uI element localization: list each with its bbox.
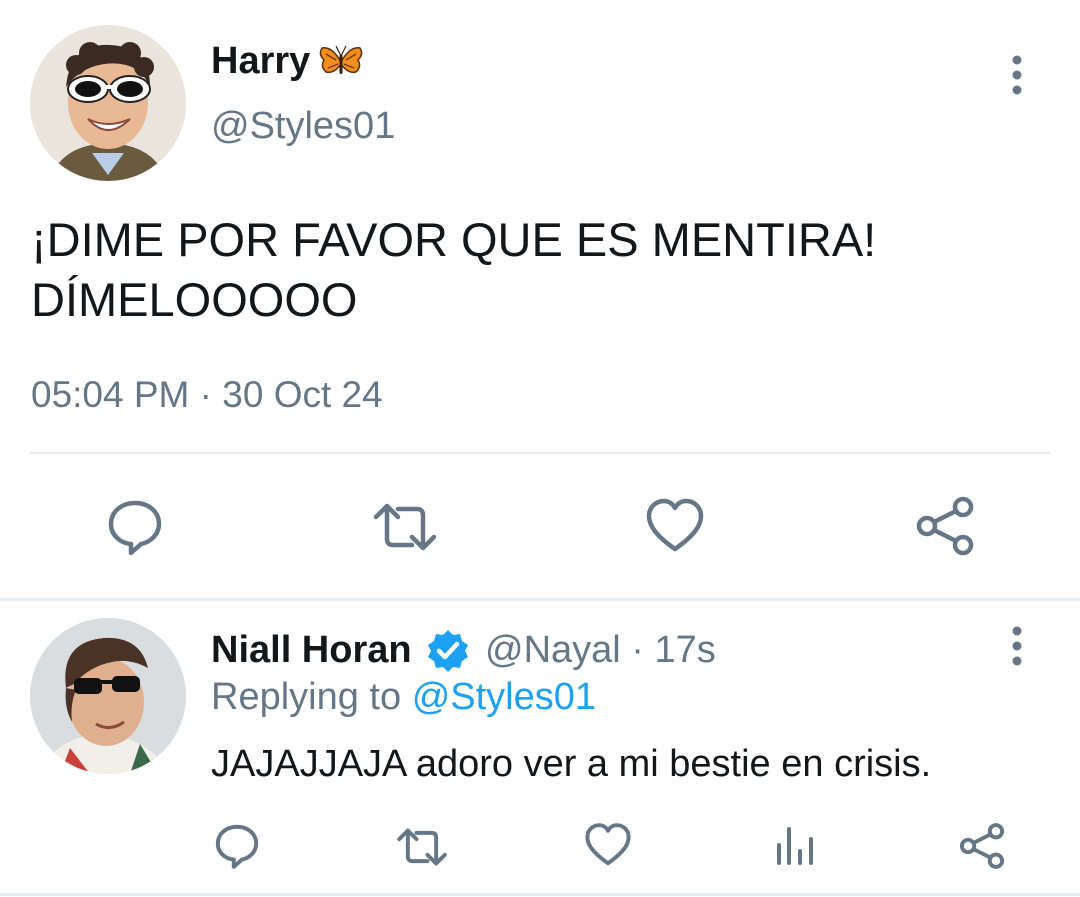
main-tweet-display-name[interactable]: Harry xyxy=(211,38,310,84)
main-tweet-text-line: DÍMELOOOOO xyxy=(31,273,358,326)
main-tweet-time: 05:04 PM xyxy=(31,374,190,415)
verified-badge-icon xyxy=(425,628,471,674)
divider xyxy=(0,598,1080,601)
replying-to-handle-link[interactable]: @Styles01 xyxy=(412,676,596,718)
more-vertical-icon[interactable] xyxy=(1002,625,1032,667)
replying-to-line: Replying to @Styles01 xyxy=(211,674,596,720)
main-tweet-date: 30 Oct 24 xyxy=(222,374,383,415)
reply-tweet-handle[interactable]: @Nayal xyxy=(485,629,621,671)
heart-icon[interactable] xyxy=(645,497,705,555)
more-vertical-icon[interactable] xyxy=(1002,54,1032,96)
replying-to-label: Replying to xyxy=(211,676,402,718)
meta-separator: · xyxy=(631,629,644,671)
main-tweet-handle[interactable]: @Styles01 xyxy=(211,103,395,149)
analytics-icon[interactable] xyxy=(772,823,818,867)
heart-icon[interactable] xyxy=(584,822,632,868)
main-tweet-text: ¡DIME POR FAVOR QUE ES MENTIRA! DÍMELOOO… xyxy=(31,210,1051,330)
main-tweet-text-line: ¡DIME POR FAVOR QUE ES MENTIRA! xyxy=(31,213,877,266)
butterfly-emoji-icon xyxy=(318,44,364,82)
reply-tweet-text: JAJAJJAJA adoro ver a mi bestie en crisi… xyxy=(211,743,932,785)
retweet-icon[interactable] xyxy=(394,825,450,869)
reply-tweet-handle-time: @Nayal · 17s xyxy=(485,627,716,673)
main-tweet-avatar[interactable] xyxy=(30,25,186,181)
share-icon[interactable] xyxy=(958,822,1006,870)
reply-icon[interactable] xyxy=(213,822,261,870)
reply-tweet-avatar[interactable] xyxy=(30,618,186,774)
divider xyxy=(30,452,1050,454)
reply-tweet-age: 17s xyxy=(654,629,716,671)
reply-tweet-display-name[interactable]: Niall Horan xyxy=(211,627,412,673)
meta-separator: · xyxy=(199,374,212,415)
main-tweet-timestamp: 05:04 PM · 30 Oct 24 xyxy=(31,372,383,418)
divider xyxy=(0,893,1080,896)
share-icon[interactable] xyxy=(915,495,975,557)
retweet-icon[interactable] xyxy=(370,499,440,555)
reply-icon[interactable] xyxy=(105,497,165,557)
